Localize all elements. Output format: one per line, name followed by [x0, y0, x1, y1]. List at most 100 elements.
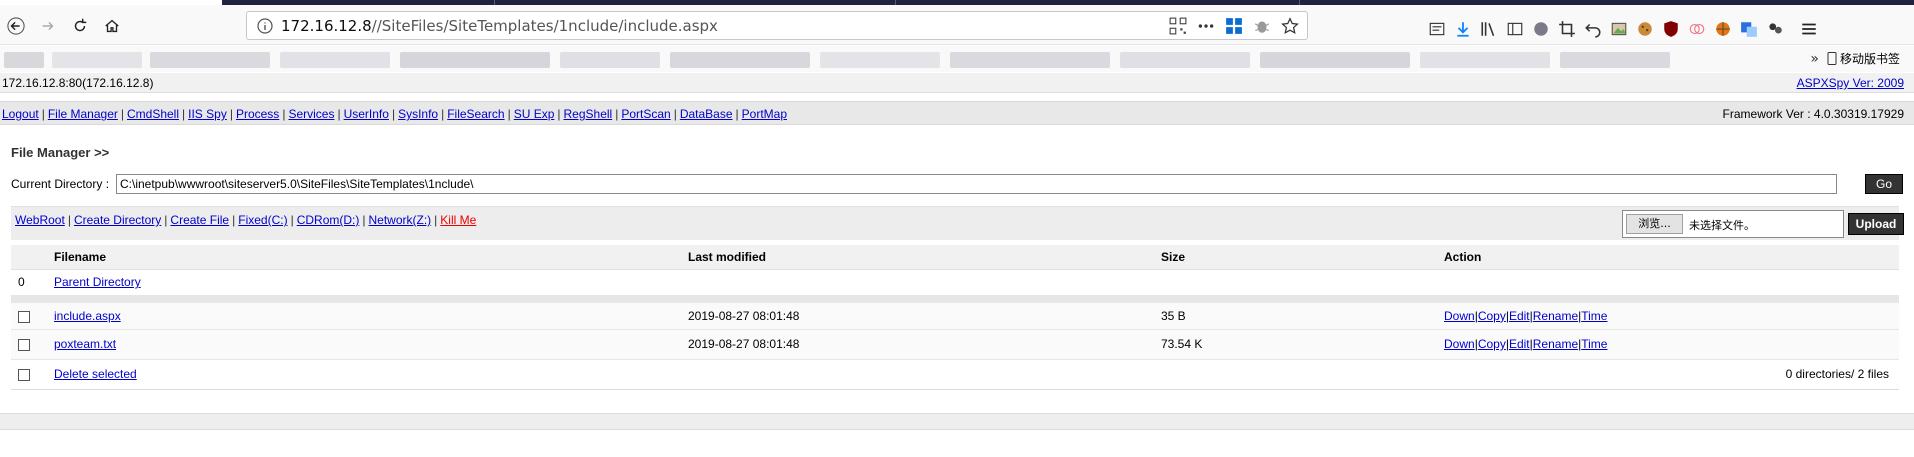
menu-item-sysinfo[interactable]: SysInfo	[398, 107, 438, 121]
hamburger-menu-icon[interactable]	[1800, 20, 1818, 38]
address-bar[interactable]: 172.16.12.8//SiteFiles/SiteTemplates/1nc…	[246, 11, 1308, 40]
blurred-bookmark[interactable]	[1560, 52, 1670, 68]
blurred-bookmark[interactable]	[1260, 52, 1410, 68]
action-rename-link[interactable]: Rename	[1533, 309, 1578, 323]
action-copy-link[interactable]: Copy	[1478, 309, 1506, 323]
action-down-link[interactable]: Down	[1444, 309, 1475, 323]
undo-icon[interactable]	[1584, 20, 1602, 38]
image-tool-icon[interactable]	[1610, 20, 1628, 38]
file-picker[interactable]: 浏览... 未选择文件。	[1622, 210, 1844, 238]
user-group-icon[interactable]	[1766, 20, 1784, 38]
link-separator: |	[735, 107, 739, 121]
qr-code-icon[interactable]	[1169, 17, 1187, 35]
crop-icon[interactable]	[1558, 20, 1576, 38]
menu-item-database[interactable]: DataBase	[680, 107, 733, 121]
translate-icon[interactable]	[1688, 20, 1706, 38]
reload-icon[interactable]	[67, 13, 93, 39]
action-edit-link[interactable]: Edit	[1509, 309, 1530, 323]
link-separator: |	[391, 107, 396, 121]
go-button[interactable]: Go	[1865, 174, 1903, 194]
blurred-bookmark[interactable]	[950, 52, 1110, 68]
home-icon[interactable]	[99, 13, 125, 39]
blurred-bookmark[interactable]	[400, 52, 550, 68]
action-copy-link[interactable]: Copy	[1478, 337, 1506, 351]
blurred-bookmark[interactable]	[560, 52, 660, 68]
mobile-bookmarks-folder[interactable]: 移动版书签	[1827, 50, 1900, 67]
browse-button[interactable]: 浏览...	[1626, 214, 1683, 234]
quick-link-network-z[interactable]: Network(Z:)	[369, 213, 432, 227]
info-icon[interactable]	[257, 18, 273, 34]
menu-item-cmdshell[interactable]: CmdShell	[127, 107, 179, 121]
parent-directory-link[interactable]: Parent Directory	[54, 275, 141, 289]
modified-cell: 2019-08-27 08:01:48	[681, 299, 1154, 330]
delete-selected-link[interactable]: Delete selected	[54, 367, 137, 381]
footer-band	[0, 413, 1914, 430]
bug-icon[interactable]	[1253, 17, 1271, 35]
blurred-bookmark[interactable]	[1120, 52, 1250, 68]
file-link[interactable]: poxteam.txt	[54, 337, 116, 351]
blurred-bookmark[interactable]	[280, 52, 390, 68]
sidebar-icon[interactable]	[1506, 20, 1524, 38]
file-link[interactable]: include.aspx	[54, 309, 121, 323]
menu-item-services[interactable]: Services	[288, 107, 334, 121]
link-separator: |	[337, 107, 341, 121]
quick-link-create-directory[interactable]: Create Directory	[74, 213, 161, 227]
quick-links: WebRoot | Create Directory | Create File | Fix…	[15, 213, 476, 227]
quick-link-create-file[interactable]: Create File	[170, 213, 229, 227]
blurred-bookmark[interactable]	[670, 52, 810, 68]
blurred-bookmark[interactable]	[1420, 52, 1550, 68]
size-cell: 73.54 K	[1154, 329, 1437, 360]
menu-item-process[interactable]: Process	[236, 107, 279, 121]
current-directory-input[interactable]	[116, 174, 1837, 194]
kill-me-link[interactable]: Kill Me	[440, 213, 476, 227]
quick-link-cdrom-d[interactable]: CDRom(D:)	[297, 213, 360, 227]
server-address: 172.16.12.8:80(172.16.12.8)	[2, 76, 154, 90]
more-actions-icon[interactable]	[1197, 17, 1215, 35]
cookie-icon[interactable]	[1636, 20, 1654, 38]
current-directory-row: Current Directory : Go	[11, 174, 1911, 194]
extension-toolbar	[1428, 19, 1818, 39]
framework-version: Framework Ver : 4.0.30319.17929	[1722, 107, 1904, 121]
basketball-icon[interactable]	[1714, 20, 1732, 38]
empty-cell	[681, 359, 1154, 390]
blurred-bookmark[interactable]	[4, 52, 44, 68]
forward-arrow-icon[interactable]	[35, 13, 61, 39]
current-directory-label: Current Directory :	[11, 177, 110, 191]
download-icon[interactable]	[1454, 20, 1472, 38]
menu-item-su-exp[interactable]: SU Exp	[514, 107, 555, 121]
version-link[interactable]: ASPXSpy Ver: 2009	[1797, 76, 1904, 90]
reader-icon[interactable]	[1428, 20, 1446, 38]
menu-item-file-manager[interactable]: File Manager	[48, 107, 118, 121]
menu-item-portmap[interactable]: PortMap	[742, 107, 787, 121]
file-checkbox[interactable]	[18, 338, 30, 351]
link-separator: |	[290, 213, 294, 227]
blurred-bookmark[interactable]	[52, 52, 142, 68]
ublock-icon[interactable]	[1662, 20, 1680, 38]
file-checkbox[interactable]	[18, 310, 30, 323]
menu-item-logout[interactable]: Logout	[2, 107, 39, 121]
action-rename-link[interactable]: Rename	[1533, 337, 1578, 351]
blurred-bookmark[interactable]	[150, 52, 270, 68]
blurred-bookmark[interactable]	[820, 52, 940, 68]
menu-item-iis-spy[interactable]: IIS Spy	[188, 107, 227, 121]
menu-item-regshell[interactable]: RegShell	[564, 107, 613, 121]
quick-link-fixed-c[interactable]: Fixed(C:)	[238, 213, 287, 227]
back-arrow-icon[interactable]	[3, 13, 29, 39]
windows-logo-icon[interactable]	[1225, 17, 1243, 35]
menu-item-filesearch[interactable]: FileSearch	[447, 107, 504, 121]
chevron-more-icon[interactable]: »	[1810, 51, 1819, 67]
action-edit-link[interactable]: Edit	[1509, 337, 1530, 351]
library-icon[interactable]	[1480, 20, 1498, 38]
translate-alt-icon[interactable]	[1740, 20, 1758, 38]
action-down-link[interactable]: Down	[1444, 337, 1475, 351]
action-time-link[interactable]: Time	[1581, 337, 1607, 351]
bookmark-star-icon[interactable]	[1281, 17, 1299, 35]
menu-item-userinfo[interactable]: UserInfo	[344, 107, 389, 121]
profile-icon[interactable]	[1532, 20, 1550, 38]
quick-link-webroot[interactable]: WebRoot	[15, 213, 65, 227]
menu-item-portscan[interactable]: PortScan	[621, 107, 670, 121]
action-time-link[interactable]: Time	[1581, 309, 1607, 323]
link-separator: |	[229, 107, 233, 121]
select-all-checkbox[interactable]	[18, 368, 30, 381]
upload-button[interactable]: Upload	[1848, 213, 1904, 235]
